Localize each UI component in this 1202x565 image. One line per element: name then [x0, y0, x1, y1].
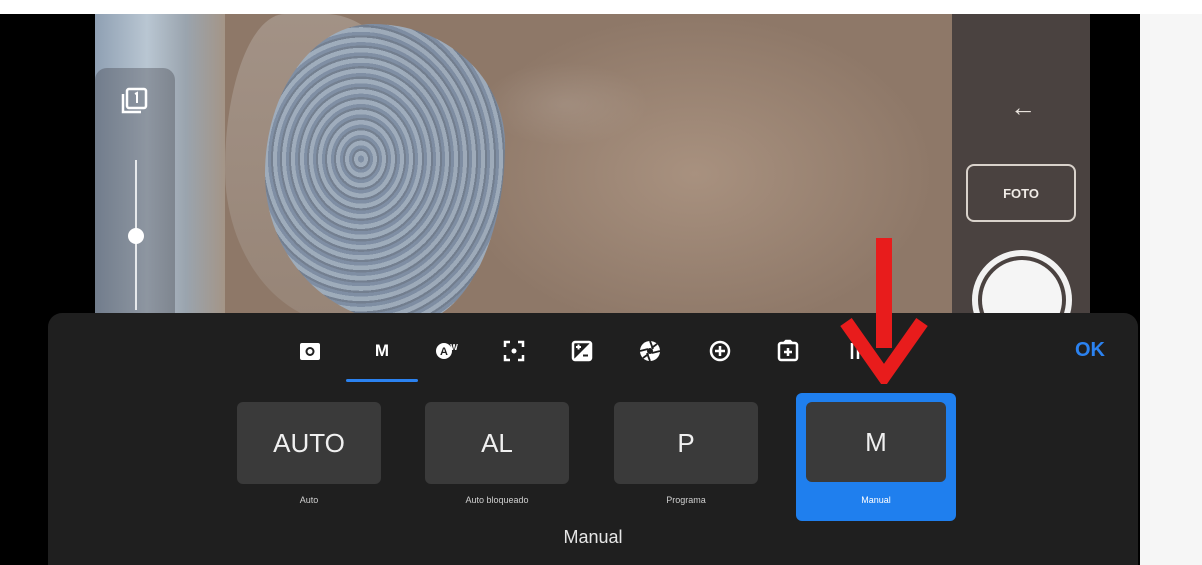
manual-mode-tab[interactable]: M: [362, 333, 402, 369]
focus-icon[interactable]: [494, 333, 534, 369]
mode-option-label: Auto: [299, 495, 319, 505]
arrow-left-icon[interactable]: ←: [1008, 92, 1038, 122]
multi-shot-icon[interactable]: [120, 86, 150, 116]
settings-tabs: M AW OK: [48, 313, 1138, 389]
mode-option-box[interactable]: AUTO: [237, 402, 381, 484]
mode-option-label: Manual: [861, 495, 891, 505]
zoom-slider-handle[interactable]: [128, 228, 144, 244]
mode-option-al[interactable]: AL Auto bloqueado: [411, 393, 571, 523]
aperture-icon[interactable]: [630, 333, 670, 369]
ok-button[interactable]: OK: [1060, 335, 1120, 365]
mode-option-box[interactable]: P: [614, 402, 758, 484]
add-circle-icon[interactable]: [700, 333, 740, 369]
mode-option-box[interactable]: M: [806, 402, 946, 482]
red-arrow-annotation-icon: [840, 238, 928, 384]
mode-option-label: Programa: [666, 495, 706, 505]
svg-text:A: A: [440, 346, 448, 358]
mode-option-label: Auto bloqueado: [465, 495, 529, 505]
mode-option-auto[interactable]: AUTO Auto: [223, 393, 383, 523]
system-nav-bar: [1140, 0, 1202, 565]
svg-text:W: W: [450, 343, 458, 352]
settings-sheet: M AW OK AUTO Auto AL Auto bloqueado P Pr…: [48, 313, 1138, 565]
mode-option-m[interactable]: M Manual: [796, 393, 956, 523]
camera-icon[interactable]: [290, 333, 330, 369]
image-adjust-icon[interactable]: [768, 333, 808, 369]
mode-selector: AUTO Auto AL Auto bloqueado P Programa M…: [48, 393, 1138, 523]
mode-option-box[interactable]: AL: [425, 402, 569, 484]
current-mode-title: Manual: [563, 527, 623, 547]
auto-white-balance-icon[interactable]: AW: [426, 333, 466, 369]
viewfinder[interactable]: [95, 14, 953, 324]
photo-mode-button[interactable]: FOTO: [966, 164, 1076, 222]
exposure-compensation-icon[interactable]: [562, 333, 602, 369]
top-border: [0, 0, 1202, 14]
mode-option-p[interactable]: P Programa: [600, 393, 760, 523]
active-tab-indicator: [346, 379, 418, 382]
